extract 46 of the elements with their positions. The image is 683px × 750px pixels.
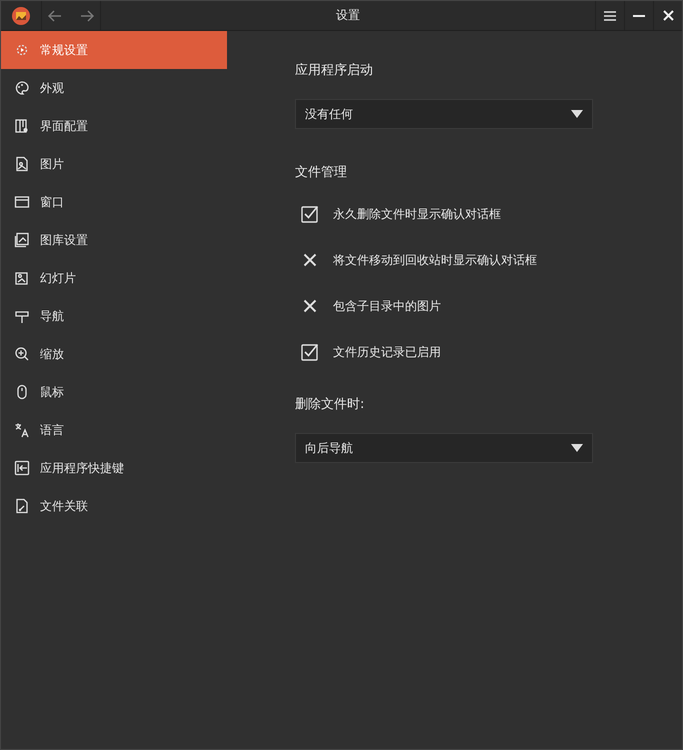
sidebar-icon (14, 118, 30, 134)
sidebar-item[interactable]: 窗口 (1, 183, 227, 221)
sidebar-item[interactable]: 应用程序快捷键 (1, 449, 227, 487)
sidebar-item[interactable]: 导航 (1, 297, 227, 335)
sidebar-item[interactable]: 常规设置 (1, 31, 227, 69)
sidebar-icon (14, 232, 30, 248)
sidebar-icon (14, 346, 30, 362)
forward-arrow-icon[interactable] (80, 10, 94, 22)
checkbox-unchecked[interactable] (301, 297, 319, 315)
back-arrow-icon[interactable] (48, 10, 62, 22)
sidebar-item[interactable]: 缩放 (1, 335, 227, 373)
checkbox-checked[interactable] (301, 343, 319, 361)
minimize-icon[interactable] (633, 14, 645, 16)
sidebar-item[interactable]: 图片 (1, 145, 227, 183)
sidebar-item[interactable]: 界面配置 (1, 107, 227, 145)
sidebar-icon (14, 498, 30, 514)
checkbox-unchecked[interactable] (301, 251, 319, 269)
menu-icon[interactable] (604, 10, 616, 20)
checkbox-checked[interactable] (301, 205, 319, 223)
sidebar-item[interactable]: 语言 (1, 411, 227, 449)
sidebar-item[interactable]: 外观 (1, 69, 227, 107)
sidebar-item[interactable]: 幻灯片 (1, 259, 227, 297)
startup-dropdown[interactable]: 没有任何 (295, 99, 593, 129)
close-icon[interactable] (662, 10, 674, 21)
sidebar-icon (14, 460, 30, 476)
sidebar-icon (14, 156, 30, 172)
dropdown-arrow-icon (571, 110, 583, 118)
sidebar-icon (14, 270, 30, 286)
checkbox-label[interactable]: 包含子目录中的图片 (333, 298, 441, 314)
sidebar-item[interactable]: 图库设置 (1, 221, 227, 259)
sidebar-icon (14, 422, 30, 438)
checkbox-label[interactable]: 文件历史记录已启用 (333, 344, 441, 360)
sidebar-item[interactable]: 鼠标 (1, 373, 227, 411)
sidebar-icon (14, 194, 30, 210)
app-logo-icon (11, 6, 31, 26)
section-heading: 文件管理 (295, 164, 347, 181)
checkbox-label[interactable]: 将文件移动到回收站时显示确认对话框 (333, 252, 537, 268)
delete-action-dropdown[interactable]: 向后导航 (295, 433, 593, 463)
section-heading: 删除文件时: (295, 396, 364, 413)
dropdown-arrow-icon (571, 444, 583, 452)
sidebar-icon (14, 42, 30, 58)
section-heading: 应用程序启动 (295, 62, 373, 79)
sidebar-item[interactable]: 文件关联 (1, 487, 227, 525)
window-title: 设置 (336, 7, 360, 24)
sidebar-icon (14, 80, 30, 96)
checkbox-label[interactable]: 永久删除文件时显示确认对话框 (333, 206, 501, 222)
